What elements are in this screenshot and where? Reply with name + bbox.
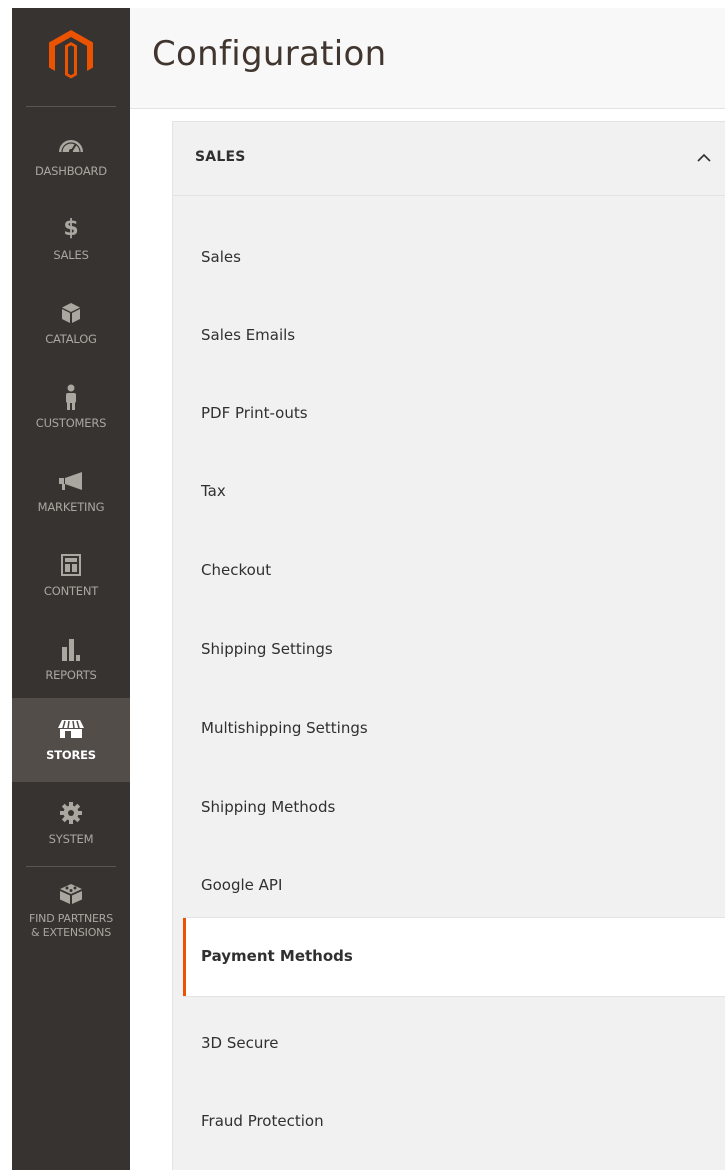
- box-icon: [12, 299, 130, 327]
- nav-stores[interactable]: STORES: [12, 698, 130, 782]
- config-nav-item-checkout[interactable]: Checkout: [173, 532, 725, 610]
- nav-sales-label: SALES: [53, 248, 89, 262]
- config-nav-item-shipping-methods[interactable]: Shipping Methods: [173, 769, 725, 847]
- config-nav-item-label: Fraud Protection: [201, 1112, 324, 1130]
- config-nav-item-pdf-print-outs[interactable]: PDF Print-outs: [173, 375, 725, 453]
- person-icon: [12, 383, 130, 411]
- logo[interactable]: [12, 8, 130, 106]
- nav-content-label: CONTENT: [43, 584, 99, 598]
- nav-system-label: SYSTEM: [48, 832, 94, 846]
- nav-find-partners-label: FIND PARTNERS & EXTENSIONS: [12, 912, 130, 940]
- store-icon: [12, 715, 130, 743]
- config-nav-item-label: Google API: [201, 876, 283, 894]
- config-nav-item-label: Shipping Methods: [201, 798, 336, 816]
- dollar-icon: $: [63, 216, 79, 241]
- logo-divider: [26, 106, 116, 107]
- config-nav-item-label: Sales Emails: [201, 326, 296, 344]
- magento-logo-icon: [49, 30, 93, 79]
- config-nav-item-label: 3D Secure: [201, 1034, 279, 1052]
- page-header: Configuration: [130, 8, 725, 109]
- admin-app: DASHBOARD $ SALES CATALOG CUSTOMERS MARK…: [0, 0, 725, 1170]
- config-nav-item-tax[interactable]: Tax: [173, 453, 725, 531]
- config-nav-item-label: Sales: [201, 248, 241, 266]
- chevron-up-icon[interactable]: [696, 152, 712, 164]
- nav-dashboard[interactable]: DASHBOARD: [12, 114, 130, 198]
- nav-catalog[interactable]: CATALOG: [12, 282, 130, 366]
- bar-chart-icon: [12, 635, 130, 663]
- nav-customers-label: CUSTOMERS: [35, 416, 107, 430]
- sidebar-divider: [26, 866, 116, 867]
- nav-marketing-label: MARKETING: [37, 500, 105, 514]
- config-nav-item-multishipping-settings[interactable]: Multishipping Settings: [173, 690, 725, 768]
- config-nav-item-label: Checkout: [201, 561, 272, 579]
- blocks-icon: [12, 880, 130, 908]
- nav-catalog-label: CATALOG: [45, 332, 97, 346]
- nav-reports-label: REPORTS: [45, 668, 97, 682]
- megaphone-icon: [12, 467, 130, 495]
- config-nav-panel: SALES Sales Sales Emails PDF Print-outs …: [172, 121, 725, 1170]
- config-nav-item-shipping-settings[interactable]: Shipping Settings: [173, 611, 725, 689]
- section-title: SALES: [195, 149, 246, 165]
- config-nav-item-fraud-protection[interactable]: Fraud Protection: [173, 1083, 725, 1161]
- config-nav-item-label: Tax: [201, 482, 226, 500]
- nav-content[interactable]: CONTENT: [12, 534, 130, 618]
- config-nav-item-label: Multishipping Settings: [201, 719, 368, 737]
- config-nav-item-sales[interactable]: Sales: [173, 219, 725, 297]
- nav-find-partners[interactable]: FIND PARTNERS & EXTENSIONS: [12, 870, 130, 954]
- config-nav-item-google-api[interactable]: Google API: [173, 847, 725, 925]
- dashboard-icon: [12, 131, 130, 159]
- nav-marketing[interactable]: MARKETING: [12, 450, 130, 534]
- config-nav-item-sales-emails[interactable]: Sales Emails: [173, 297, 725, 375]
- config-nav-item-label: Shipping Settings: [201, 640, 333, 658]
- config-nav-item-label: Payment Methods: [201, 947, 353, 965]
- nav-find-partners-label-line2: & EXTENSIONS: [31, 926, 111, 939]
- section-header-sales[interactable]: SALES: [173, 122, 725, 196]
- nav-sales[interactable]: $ SALES: [12, 198, 130, 282]
- nav-customers[interactable]: CUSTOMERS: [12, 366, 130, 450]
- nav-system[interactable]: SYSTEM: [12, 782, 130, 866]
- nav-reports[interactable]: REPORTS: [12, 618, 130, 702]
- config-nav-item-label: PDF Print-outs: [201, 404, 308, 422]
- page-title: Configuration: [152, 34, 387, 74]
- nav-find-partners-label-line1: FIND PARTNERS: [29, 912, 113, 925]
- layout-icon: [12, 551, 130, 579]
- config-nav-item-3d-secure[interactable]: 3D Secure: [173, 1005, 725, 1083]
- gear-icon: [12, 799, 130, 827]
- config-nav-item-payment-methods[interactable]: Payment Methods: [183, 917, 725, 997]
- nav-dashboard-label: DASHBOARD: [35, 164, 107, 178]
- admin-sidebar: DASHBOARD $ SALES CATALOG CUSTOMERS MARK…: [12, 8, 130, 1170]
- nav-stores-label: STORES: [46, 748, 96, 762]
- main-content: SALES Sales Sales Emails PDF Print-outs …: [130, 109, 725, 1170]
